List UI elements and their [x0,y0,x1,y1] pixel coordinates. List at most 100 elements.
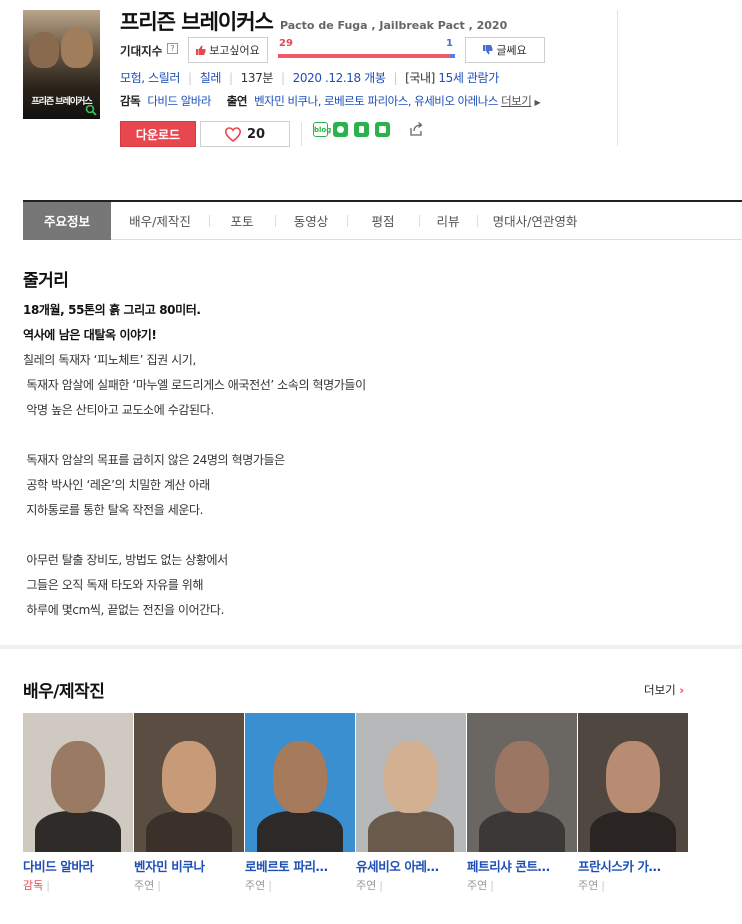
cast-photo[interactable] [467,713,577,852]
cast-photo-body [35,811,121,852]
cast-more-link[interactable]: 더보기 › [644,682,684,698]
cast-card[interactable]: 로베르토 파리… 주연 | [245,713,356,893]
cast-name[interactable]: 로베르토 파리… [245,856,345,875]
synopsis-line: 하루에 몇cm씩, 끝없는 전진을 이어간다. [23,603,224,617]
cast-role-label: 주연 [245,879,266,892]
synopsis-line: 지하통로를 통한 탈옥 작전을 세운다. [23,503,204,517]
synopsis-line: 그들은 오직 독재 타도와 자유를 위해 [23,578,204,592]
cast-more-label: 더보기 [644,683,676,697]
role-separator: | [268,879,272,892]
blog-share-icon[interactable]: blog [313,122,331,137]
cast-photo[interactable] [578,713,688,852]
thumbs-up-icon [196,45,206,55]
cast-card[interactable]: 다비드 알바라감독 | [23,713,134,893]
tab-6[interactable]: 명대사/연관영화 [477,202,593,240]
movie-poster[interactable]: 프리즌 브레이커스 [23,10,100,119]
tab-1[interactable]: 배우/제작진 [111,202,209,240]
synopsis-heading: 줄거리 [23,271,69,291]
cast-photo-face [384,741,438,813]
cast-photo-body [257,811,343,852]
role-separator: | [46,879,50,892]
cast-label: 출연 [226,94,248,108]
cast-photo-body [368,811,454,852]
not-sure-button[interactable]: 글쎄요 [465,37,545,63]
heart-icon [224,126,241,142]
cast-photo[interactable] [356,713,466,852]
cast-photo[interactable] [23,713,133,852]
want-to-see-button[interactable]: 보고싶어요 [188,37,268,63]
cast-photo-face [51,741,105,813]
cast-photo-body [479,811,565,852]
cast-role: 주연 | [245,877,356,893]
bookmark-share-icon[interactable] [354,122,369,137]
cast-role: 주연 | [356,877,467,893]
cast-card[interactable]: 유세비오 아레… 주연 | [356,713,467,893]
not-sure-label: 글쎄요 [496,44,527,57]
like-button[interactable]: 20 [200,121,290,147]
role-separator: | [379,879,383,892]
cast-links[interactable]: 벤자민 비쿠나, 로베르토 파리아스, 유세비오 아레나스 [254,94,498,108]
cast-photo[interactable] [245,713,355,852]
synopsis-line: 18개월, 55톤의 흙 그리고 80미터. [23,303,201,317]
help-icon[interactable]: ? [167,43,178,54]
cast-role: 주연 | [134,877,245,893]
credits-more-link[interactable]: 더보기 [501,94,532,108]
director-link[interactable]: 다비드 알바라 [147,94,211,108]
cast-role: 주연 | [467,877,578,893]
content-tabs: 주요정보 배우/제작진 포토 동영상 평점 리뷰 명대사/연관영화 [23,200,742,240]
synopsis-line [23,423,623,448]
genre-link[interactable]: 모험, 스릴러 [120,71,180,85]
meh-count: 1 [446,38,453,49]
like-count: 20 [246,126,266,142]
tab-5[interactable]: 리뷰 [419,202,477,240]
tab-3[interactable]: 동영상 [275,202,347,240]
cast-photo-face [606,741,660,813]
cast-card[interactable]: 벤자민 비쿠나주연 | [134,713,245,893]
cast-photo[interactable] [134,713,244,852]
cast-card[interactable]: 페트리샤 콘트… 주연 | [467,713,578,893]
download-button[interactable]: 다운로드 [120,121,196,147]
director-label: 감독 [120,94,141,108]
chevron-right-icon: › [679,683,685,697]
expectation-bar-fill [278,54,450,58]
cast-name[interactable]: 페트리샤 콘트… [467,856,567,875]
tab-4[interactable]: 평점 [347,202,419,240]
cast-name[interactable]: 다비드 알바라 [23,856,123,875]
synopsis-line: 악명 높은 산티아고 교도소에 수감된다. [23,403,214,417]
synopsis-line: 역사에 남은 대탈옥 이야기! [23,328,157,342]
header-divider [617,10,618,146]
movie-title: 프리즌 브레이커스 [120,10,274,34]
cast-card[interactable]: 프란시스카 가… 주연 | [578,713,689,893]
rating-prefix: [국내] [405,71,435,85]
share-divider [301,122,302,146]
synopsis-line [23,523,623,548]
cast-role-label: 주연 [134,879,155,892]
synopsis-line: 아무런 탈출 장비도, 방법도 없는 상황에서 [23,553,228,567]
zoom-icon[interactable] [85,104,97,116]
cast-photo-face [273,741,327,813]
cafe-share-icon[interactable] [333,122,348,137]
synopsis-line: 독재자 암살의 목표를 굽히지 않은 24명의 혁명가들은 [23,453,285,467]
tab-2[interactable]: 포토 [209,202,275,240]
cast-role-label: 주연 [578,879,599,892]
synopsis-line: 공학 박사인 ‘레온’의 치밀한 계산 아래 [23,478,210,492]
cast-photo-face [495,741,549,813]
tab-0[interactable]: 주요정보 [23,201,111,240]
synopsis-line: 독재자 암살에 실패한 ‘마누엘 로드리게스 애국전선’ 소속의 혁명가들이 [23,378,366,392]
cast-name[interactable]: 프란시스카 가… [578,856,678,875]
expectation-label: 기대지수 [120,44,163,58]
cast-name[interactable]: 벤자민 비쿠나 [134,856,234,875]
thumbs-down-icon [483,45,493,55]
share-icon[interactable] [408,121,424,137]
cast-photo-face [162,741,216,813]
cast-role-label: 주연 [467,879,488,892]
line-share-icon[interactable] [375,122,390,137]
release-date-link[interactable]: 2020 .12.18 개봉 [293,71,386,85]
rating-link[interactable]: 15세 관람가 [438,71,499,85]
country-link[interactable]: 칠레 [200,71,222,85]
cast-role-label: 감독 [23,879,44,892]
runtime: 137분 [240,71,274,85]
role-separator: | [157,879,161,892]
chevron-right-icon: ▶ [534,98,541,107]
cast-name[interactable]: 유세비오 아레… [356,856,456,875]
